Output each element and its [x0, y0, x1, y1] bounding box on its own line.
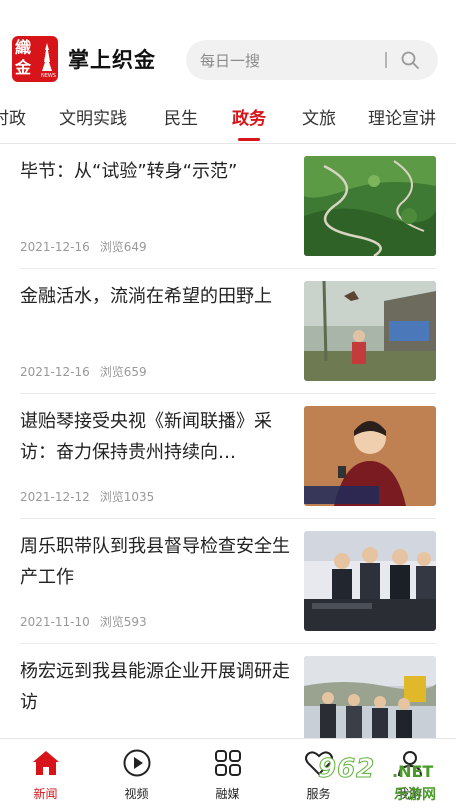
bottom-nav: 新闻 视频 融媒 服务 我的	[0, 738, 456, 810]
article-views: 浏览649	[99, 240, 147, 254]
home-icon	[30, 747, 62, 779]
article-meta: 2021-11-10 浏览593	[20, 613, 147, 630]
article-title: 周乐职带队到我县督导检查安全生产工作	[20, 536, 290, 588]
nav-rongmei[interactable]: 融媒	[182, 739, 273, 810]
user-icon	[394, 747, 426, 779]
play-icon	[121, 747, 153, 779]
nav-label: 新闻	[33, 787, 58, 801]
logo-glyph-top: 織	[15, 38, 32, 57]
app-logo[interactable]: 織 金 NEWS	[12, 36, 58, 82]
article-item[interactable]: 谌贻琴接受央视《新闻联播》采访：奋力保持贵州持续向… 2021-12-12 浏览1…	[20, 394, 436, 518]
heart-icon	[303, 747, 335, 779]
search-bar[interactable]: 每日一搜	[186, 40, 438, 80]
article-item[interactable]: 金融活水，流淌在希望的田野上 2021-12-16 浏览659	[20, 269, 436, 393]
tab-zhengwu[interactable]: 政务	[232, 104, 266, 129]
article-meta: 2021-12-16 浏览649	[20, 238, 147, 255]
article-title: 杨宏远到我县能源企业开展调研走访	[20, 661, 290, 713]
article-meta: 2021-12-12 浏览1035	[20, 488, 154, 505]
article-date: 2021-12-12	[20, 490, 90, 504]
tab-wenlv[interactable]: 文旅	[302, 104, 336, 129]
article-date: 2021-11-10	[20, 615, 90, 629]
article-item[interactable]: 周乐职带队到我县督导检查安全生产工作 2021-11-10 浏览593	[20, 519, 436, 643]
article-thumbnail	[304, 531, 436, 631]
tab-lilun-xuanjiang[interactable]: 理论宣讲	[368, 104, 436, 129]
article-date: 2021-12-16	[20, 240, 90, 254]
nav-label: 我的	[397, 787, 422, 801]
article-thumbnail	[304, 156, 436, 256]
article-views: 浏览659	[99, 365, 147, 379]
active-tab-indicator	[238, 138, 260, 141]
search-separator	[385, 52, 387, 68]
search-icon[interactable]	[400, 50, 420, 70]
tab-minsheng[interactable]: 民生	[164, 104, 198, 129]
app-title: 掌上织金	[68, 48, 156, 72]
nav-label: 视频	[124, 787, 149, 801]
logo-tag: NEWS	[40, 73, 56, 79]
nav-label: 融媒	[215, 787, 240, 801]
article-views: 浏览1035	[99, 490, 155, 504]
tab-wenming-shijian[interactable]: 文明实践	[59, 104, 127, 129]
article-date: 2021-12-16	[20, 365, 90, 379]
article-thumbnail	[304, 406, 436, 506]
article-thumbnail	[304, 281, 436, 381]
nav-video[interactable]: 视频	[91, 739, 182, 810]
app-header: 織 金 NEWS 掌上织金 每日一搜	[0, 0, 456, 92]
tower-icon	[40, 42, 54, 72]
article-title: 毕节：从“试验”转身“示范”	[20, 161, 238, 182]
grid-icon	[212, 747, 244, 779]
tab-shizheng[interactable]: 时政	[0, 104, 26, 129]
article-item[interactable]: 毕节：从“试验”转身“示范” 2021-12-16 浏览649	[20, 144, 436, 268]
search-placeholder: 每日一搜	[200, 52, 261, 70]
logo-glyph-bottom: 金	[15, 58, 32, 77]
article-meta: 2021-12-16 浏览659	[20, 363, 147, 380]
nav-news[interactable]: 新闻	[0, 739, 91, 810]
nav-mine[interactable]: 我的	[364, 739, 455, 810]
nav-label: 服务	[306, 787, 331, 801]
article-title: 谌贻琴接受央视《新闻联播》采访：奋力保持贵州持续向…	[20, 411, 272, 463]
article-views: 浏览593	[99, 615, 147, 629]
article-title: 金融活水，流淌在希望的田野上	[20, 286, 272, 307]
category-tabs: 时政 文明实践 民生 政务 文旅 理论宣讲	[0, 92, 456, 144]
nav-service[interactable]: 服务	[273, 739, 364, 810]
